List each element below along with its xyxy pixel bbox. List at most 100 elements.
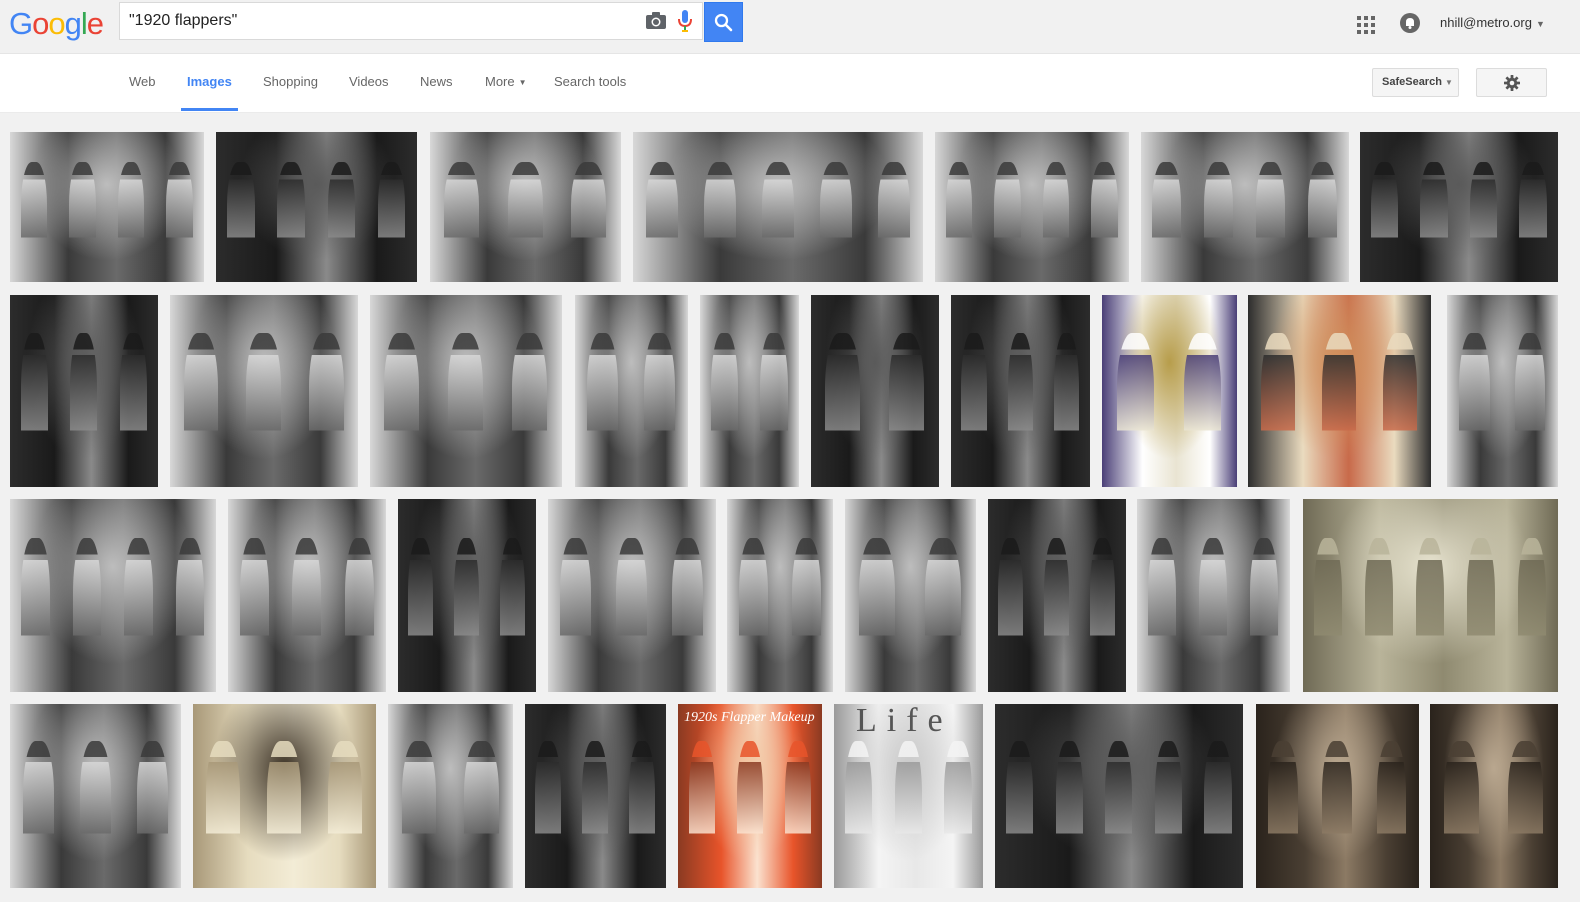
image-result-thumbnail[interactable] [170,295,358,487]
image-result-thumbnail[interactable] [1256,704,1419,888]
figure-silhouette [309,333,344,472]
image-result-thumbnail[interactable] [1137,499,1290,692]
notification-bell-icon[interactable] [1400,13,1420,33]
image-result-thumbnail[interactable] [525,704,666,888]
figure-silhouette [1365,537,1394,677]
image-result-thumbnail[interactable] [548,499,716,692]
figure-silhouette [384,333,420,472]
figure-silhouette [825,333,861,472]
figure-silhouette [1469,162,1498,270]
tab-videos[interactable]: Videos [349,54,389,111]
figure-silhouette [1376,740,1407,874]
figure-silhouette [1518,537,1547,677]
figure-silhouette [1256,162,1286,270]
tab-search-tools[interactable]: Search tools [554,54,626,111]
figure-silhouette [1055,740,1083,874]
figure-silhouette [961,333,987,472]
figure-silhouette [1508,740,1544,874]
image-result-thumbnail[interactable] [1447,295,1558,487]
figure-silhouette [945,162,973,270]
tab-web[interactable]: Web [129,54,156,111]
search-input[interactable] [129,3,629,39]
figure-silhouette [877,162,910,270]
tab-label: Web [129,74,156,89]
image-result-thumbnail[interactable] [633,132,923,282]
figure-silhouette [710,333,739,472]
image-result-thumbnail[interactable] [370,295,562,487]
logo-letter: o [48,6,65,41]
image-result-thumbnail[interactable]: Life [834,704,983,888]
safesearch-label: SafeSearch [1382,76,1442,88]
image-result-thumbnail[interactable] [1303,499,1558,692]
google-logo[interactable]: Google [9,6,104,42]
image-result-thumbnail[interactable] [388,704,513,888]
tab-shopping[interactable]: Shopping [263,54,318,111]
image-result-thumbnail[interactable] [228,499,386,692]
figure-silhouette [560,537,592,677]
tab-more[interactable]: More ▼ [485,54,527,111]
image-result-thumbnail[interactable] [10,704,181,888]
account-menu[interactable]: nhill@metro.org ▼ [1440,14,1545,33]
figure-silhouette [1053,333,1080,472]
figure-silhouette [924,537,961,677]
figure-silhouette [1154,740,1182,874]
tab-images[interactable]: Images [181,54,238,111]
figure-silhouette [444,162,480,270]
tab-news[interactable]: News [420,54,453,111]
image-result-thumbnail[interactable] [1360,132,1558,282]
image-result-thumbnail[interactable] [727,499,833,692]
figure-silhouette [889,333,925,472]
image-result-thumbnail[interactable] [575,295,688,487]
search-button[interactable] [704,2,743,42]
tab-label: News [420,74,453,89]
camera-icon[interactable] [645,11,667,31]
safesearch-button[interactable]: SafeSearch ▼ [1372,68,1459,97]
image-result-thumbnail[interactable] [10,295,158,487]
settings-button[interactable] [1476,68,1547,97]
image-result-thumbnail[interactable] [935,132,1129,282]
figure-silhouette [1091,162,1118,270]
figure-silhouette [401,740,437,874]
figure-silhouette [246,333,281,472]
account-email: nhill@metro.org [1440,15,1532,30]
microphone-icon[interactable] [677,9,693,33]
figure-silhouette [1184,333,1222,472]
figure-silhouette [1467,537,1496,677]
figure-silhouette [1204,740,1232,874]
tab-label: Shopping [263,74,318,89]
figure-silhouette [672,537,704,677]
image-result-thumbnail[interactable] [1141,132,1349,282]
image-result-thumbnail[interactable] [1248,295,1431,487]
image-result-thumbnail[interactable] [700,295,799,487]
image-result-thumbnail[interactable] [10,132,204,282]
image-result-thumbnail[interactable] [430,132,621,282]
image-result-thumbnail[interactable] [1102,295,1237,487]
image-result-thumbnail[interactable] [845,499,976,692]
image-result-thumbnail[interactable] [995,704,1243,888]
chevron-down-icon: ▼ [518,78,527,87]
figure-silhouette [454,537,480,677]
figure-silhouette [1322,333,1356,472]
figure-silhouette [1044,537,1070,677]
image-result-thumbnail[interactable] [193,704,376,888]
image-result-thumbnail[interactable] [216,132,417,282]
image-result-thumbnail[interactable] [10,499,216,692]
image-result-thumbnail[interactable] [398,499,536,692]
figure-silhouette [512,333,548,472]
logo-letter: e [86,6,104,41]
figure-silhouette [1416,537,1445,677]
figure-silhouette [327,162,356,270]
tab-label: Videos [349,74,389,89]
apps-grid-icon[interactable] [1357,16,1375,34]
figure-silhouette [183,333,219,472]
image-result-thumbnail[interactable] [811,295,939,487]
image-result-thumbnail[interactable] [988,499,1126,692]
magnifier-icon [714,13,733,32]
figure-silhouette [1005,740,1034,874]
image-result-thumbnail[interactable]: 1920s Flapper Makeup [678,704,822,888]
figure-silhouette [72,537,102,677]
image-result-thumbnail[interactable] [951,295,1090,487]
image-result-thumbnail[interactable] [1430,704,1558,888]
figure-silhouette [1148,537,1177,677]
search-box[interactable] [119,2,703,40]
